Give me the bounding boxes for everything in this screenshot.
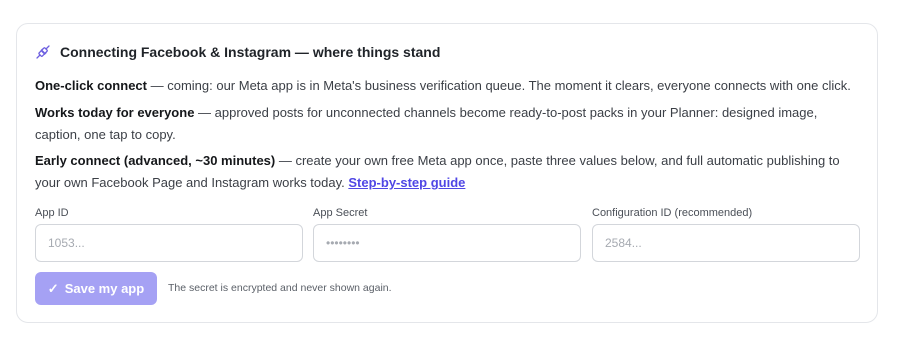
meta-connection-card: Connecting Facebook & Instagram — where … xyxy=(16,23,878,323)
app-id-input[interactable] xyxy=(35,224,303,262)
one-click-connect-label: One-click connect xyxy=(35,78,147,93)
configuration-id-label: Configuration ID (recommended) xyxy=(592,207,753,219)
configuration-id-input[interactable] xyxy=(592,224,860,262)
early-connect-label: Early connect (advanced, ~30 minutes) xyxy=(35,153,276,168)
one-click-connect-paragraph: One-click connect — coming: our Meta app… xyxy=(35,75,855,97)
early-connect-paragraph: Early connect (advanced, ~30 minutes) — … xyxy=(35,150,855,194)
app-secret-input[interactable] xyxy=(313,224,581,262)
app-id-label: App ID xyxy=(35,207,69,219)
secret-encryption-note: The secret is encrypted and never shown … xyxy=(168,282,392,294)
card-header: Connecting Facebook & Instagram — where … xyxy=(35,44,440,60)
save-my-app-button[interactable]: ✓ Save my app xyxy=(35,272,157,305)
save-my-app-label: Save my app xyxy=(64,281,145,296)
configuration-id-field-group: Configuration ID (recommended) xyxy=(592,207,860,262)
app-secret-label: App Secret xyxy=(313,207,368,219)
step-by-step-guide-link[interactable]: Step-by-step guide xyxy=(348,175,465,190)
works-today-label: Works today for everyone xyxy=(35,105,195,120)
app-id-field-group: App ID xyxy=(35,207,303,262)
card-title: Connecting Facebook & Instagram — where … xyxy=(60,44,441,60)
works-today-paragraph: Works today for everyone — approved post… xyxy=(35,102,855,146)
one-click-connect-text: — coming: our Meta app is in Meta's busi… xyxy=(146,78,851,93)
app-secret-field-group: App Secret xyxy=(313,207,581,262)
checkmark-icon: ✓ xyxy=(47,280,59,296)
plug-connection-icon xyxy=(35,44,51,60)
